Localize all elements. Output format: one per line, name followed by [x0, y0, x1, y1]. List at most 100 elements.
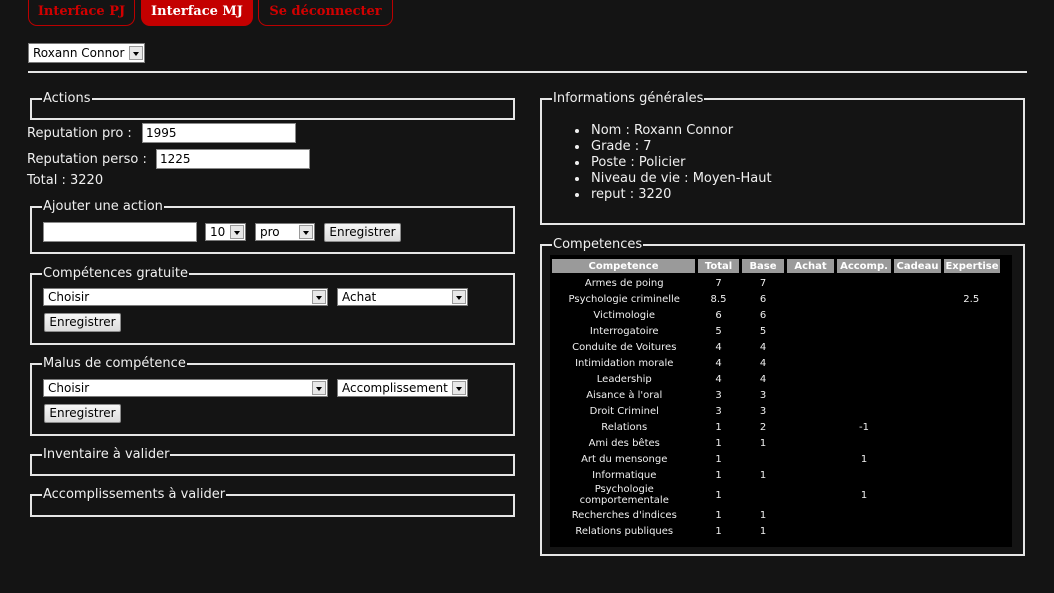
skill-value-cell: [836, 339, 893, 355]
action-type-select[interactable]: pro: [255, 223, 315, 241]
character-select[interactable]: Roxann Connor: [28, 43, 145, 63]
skill-value-cell: [786, 451, 836, 467]
chevron-down-icon[interactable]: [230, 225, 244, 239]
skill-value-cell: [893, 371, 943, 387]
skill-value-cell: [943, 435, 1001, 451]
malus-skill-select[interactable]: Choisir: [43, 379, 328, 397]
column-header: Competence: [552, 257, 698, 275]
skill-name-cell: Relations publiques: [575, 525, 674, 537]
skill-value-cell: [836, 467, 893, 483]
malus-skill-value: Choisir: [48, 381, 90, 395]
table-row: Leadership 4 4: [552, 371, 1000, 387]
chevron-down-icon[interactable]: [452, 290, 466, 304]
table-row: Intimidation morale 4 4: [552, 355, 1000, 371]
skill-value-cell: 1: [759, 509, 767, 521]
skill-value-cell: 7: [715, 277, 722, 289]
skill-value-cell: [893, 419, 943, 435]
tab-interface-pj[interactable]: Interface PJ: [28, 0, 135, 26]
skill-value-cell: 2: [759, 421, 767, 433]
skill-value-cell: [836, 355, 893, 371]
skill-name-cell: Psychologie criminelle: [568, 293, 680, 305]
skill-value-cell: [836, 307, 893, 323]
skill-value-cell: [893, 523, 943, 539]
skill-value-cell: [786, 355, 836, 371]
table-header-row: Competence Total Base Achat Accomp. Cade…: [552, 257, 1000, 275]
skill-value-cell: [786, 387, 836, 403]
free-skill-select[interactable]: Choisir: [43, 288, 328, 306]
skill-value-cell: [836, 403, 893, 419]
skill-value-cell: [786, 339, 836, 355]
general-info-legend: Informations générales: [552, 91, 705, 107]
skill-name-cell: Conduite de Voitures: [572, 341, 677, 353]
table-row: Aisance à l'oral 3 3: [552, 387, 1000, 403]
skill-value-cell: [786, 403, 836, 419]
skill-value-cell: [786, 435, 836, 451]
malus-mode-select[interactable]: Accomplissement: [337, 379, 468, 397]
chevron-down-icon[interactable]: [312, 381, 326, 395]
skill-value-cell: 3: [759, 405, 767, 417]
skill-value-cell: [786, 507, 836, 523]
free-skill-save-button[interactable]: Enregistrer: [44, 313, 121, 332]
skill-value-cell: 4: [759, 341, 767, 353]
free-skill-mode-value: Achat: [342, 290, 377, 304]
malus-mode-value: Accomplissement: [342, 381, 448, 395]
skill-value-cell: 2.5: [963, 293, 980, 305]
skill-value-cell: [786, 419, 836, 435]
action-amount-select[interactable]: 10: [205, 223, 246, 241]
skill-value-cell: [836, 291, 893, 307]
skill-value-cell: [893, 291, 943, 307]
free-skill-mode-select[interactable]: Achat: [337, 288, 468, 306]
action-text-input[interactable]: [43, 222, 197, 242]
add-action-legend: Ajouter une action: [42, 199, 164, 215]
skill-value-cell: 1: [715, 453, 722, 465]
skill-value-cell: 5: [759, 325, 767, 337]
column-header: Expertise: [942, 257, 1000, 275]
skill-name-cell: Armes de poing: [584, 277, 664, 289]
tab-interface-mj[interactable]: Interface MJ: [141, 0, 253, 26]
skill-value-cell: [786, 323, 836, 339]
skill-value-cell: [786, 523, 836, 539]
rep-perso-input[interactable]: 1225: [156, 149, 310, 169]
rep-pro-label: Reputation pro :: [27, 126, 132, 141]
skill-value-cell: [893, 483, 943, 507]
skill-value-cell: [741, 451, 786, 467]
table-row: Relations publiques 1 1: [552, 523, 1000, 539]
add-action-save-button[interactable]: Enregistrer: [324, 223, 401, 242]
action-type-value: pro: [260, 225, 280, 239]
skill-value-cell: [836, 274, 893, 291]
divider: [28, 71, 1027, 73]
chevron-down-icon[interactable]: [129, 46, 143, 60]
skill-value-cell: [893, 435, 943, 451]
skill-value-cell: [786, 467, 836, 483]
skill-value-cell: 1: [715, 509, 722, 521]
malus-save-button[interactable]: Enregistrer: [44, 404, 121, 423]
skill-value-cell: 5: [715, 325, 722, 337]
info-item: Niveau de vie : Moyen-Haut: [575, 171, 772, 187]
skill-value-cell: [943, 419, 1001, 435]
table-row: Recherches d'indices 1 1: [552, 507, 1000, 523]
skill-name-cell: Intimidation morale: [575, 357, 674, 369]
skill-value-cell: [893, 507, 943, 523]
rep-pro-input[interactable]: 1995: [142, 123, 296, 143]
action-amount-value: 10: [210, 225, 226, 239]
chevron-down-icon[interactable]: [452, 381, 466, 395]
skill-value-cell: 8.5: [710, 293, 727, 305]
table-row: Psychologie criminelle 8.5 6 2.5: [552, 291, 1000, 307]
info-item: Nom : Roxann Connor: [575, 123, 772, 139]
chevron-down-icon[interactable]: [312, 290, 326, 304]
skill-value-cell: 1: [860, 489, 868, 501]
skill-value-cell: [943, 467, 1001, 483]
achievements-legend: Accomplissements à valider: [42, 487, 227, 503]
chevron-down-icon[interactable]: [299, 225, 313, 239]
inventory-fieldset: Inventaire à valider: [30, 447, 515, 476]
table-row: Art du mensonge 1 1: [552, 451, 1000, 467]
skill-name-cell: Psychologie comportementale: [579, 484, 669, 506]
table-row: Armes de poing 7 7: [552, 274, 1000, 291]
skill-value-cell: [893, 274, 943, 291]
tab-se-deconnecter[interactable]: Se déconnecter: [258, 0, 393, 26]
skill-value-cell: [943, 483, 1001, 507]
skill-value-cell: 1: [715, 525, 722, 537]
skill-value-cell: [943, 387, 1001, 403]
column-header: Base: [740, 257, 787, 275]
skill-malus-fieldset: Malus de compétence: [30, 356, 515, 436]
